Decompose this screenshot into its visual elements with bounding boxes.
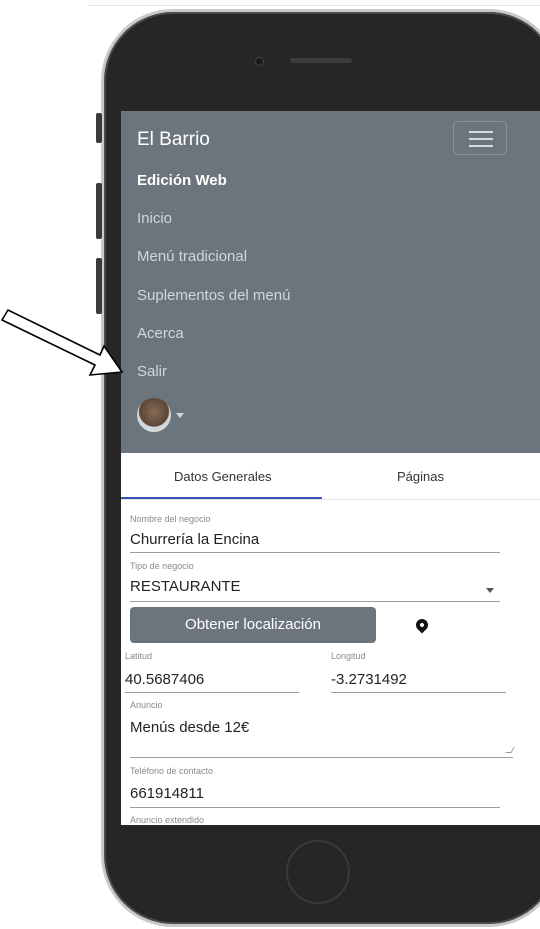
annotation-arrow-icon: [0, 308, 124, 376]
business-type-underline: [130, 601, 500, 602]
business-type-select[interactable]: RESTAURANTE: [130, 578, 241, 595]
business-name-input[interactable]: Churrería la Encina: [130, 531, 259, 548]
extended-announcement-label: Anuncio extendido: [130, 815, 205, 825]
navbar: El Barrio Edición Web Inicio Menú tradic…: [121, 111, 540, 453]
latitude-underline: [125, 692, 299, 693]
tab-bar: Datos Generales Páginas: [121, 453, 540, 500]
nav-item-inicio[interactable]: Inicio: [137, 210, 172, 227]
phone-side-button: [96, 113, 102, 143]
get-location-button[interactable]: Obtener localización: [130, 607, 376, 643]
longitude-input[interactable]: -3.2731492: [331, 671, 407, 688]
phone-label: Teléfono de contacto: [130, 766, 214, 776]
chevron-down-icon[interactable]: [176, 413, 184, 418]
announcement-textarea[interactable]: Menús desde 12€: [130, 719, 249, 736]
map-pin-icon[interactable]: [413, 616, 431, 634]
nav-item-edicion-web[interactable]: Edición Web: [137, 172, 227, 189]
nav-item-acerca[interactable]: Acerca: [137, 325, 184, 342]
nav-item-menu-tradicional[interactable]: Menú tradicional: [137, 248, 247, 265]
announcement-underline: [130, 757, 513, 758]
latitude-input[interactable]: 40.5687406: [125, 671, 204, 688]
business-name-underline: [130, 552, 500, 553]
longitude-underline: [331, 692, 506, 693]
top-divider: [88, 5, 540, 6]
nav-item-salir[interactable]: Salir: [137, 363, 167, 380]
phone-home-button[interactable]: [286, 840, 350, 904]
chevron-down-icon[interactable]: [486, 588, 494, 593]
navbar-brand[interactable]: El Barrio: [137, 129, 210, 151]
business-type-label: Tipo de negocio: [130, 561, 194, 571]
phone-input[interactable]: 661914811: [130, 785, 204, 802]
resize-handle-icon[interactable]: [505, 747, 515, 753]
tab-indicator: [121, 497, 322, 499]
business-name-label: Nombre del negocio: [130, 514, 211, 524]
hamburger-icon[interactable]: [453, 121, 507, 155]
phone-camera: [255, 57, 264, 66]
tab-paginas[interactable]: Páginas: [397, 469, 444, 484]
avatar[interactable]: [137, 398, 171, 432]
tab-datos-generales[interactable]: Datos Generales: [174, 469, 272, 484]
phone-underline: [130, 807, 500, 808]
latitude-label: Latitud: [125, 651, 153, 661]
phone-screen: El Barrio Edición Web Inicio Menú tradic…: [121, 111, 540, 825]
phone-speaker: [290, 58, 352, 63]
announcement-label: Anuncio: [130, 700, 163, 710]
nav-item-suplementos[interactable]: Suplementos del menú: [137, 287, 290, 304]
phone-volume-up: [96, 183, 102, 239]
longitude-label: Longitud: [331, 651, 366, 661]
